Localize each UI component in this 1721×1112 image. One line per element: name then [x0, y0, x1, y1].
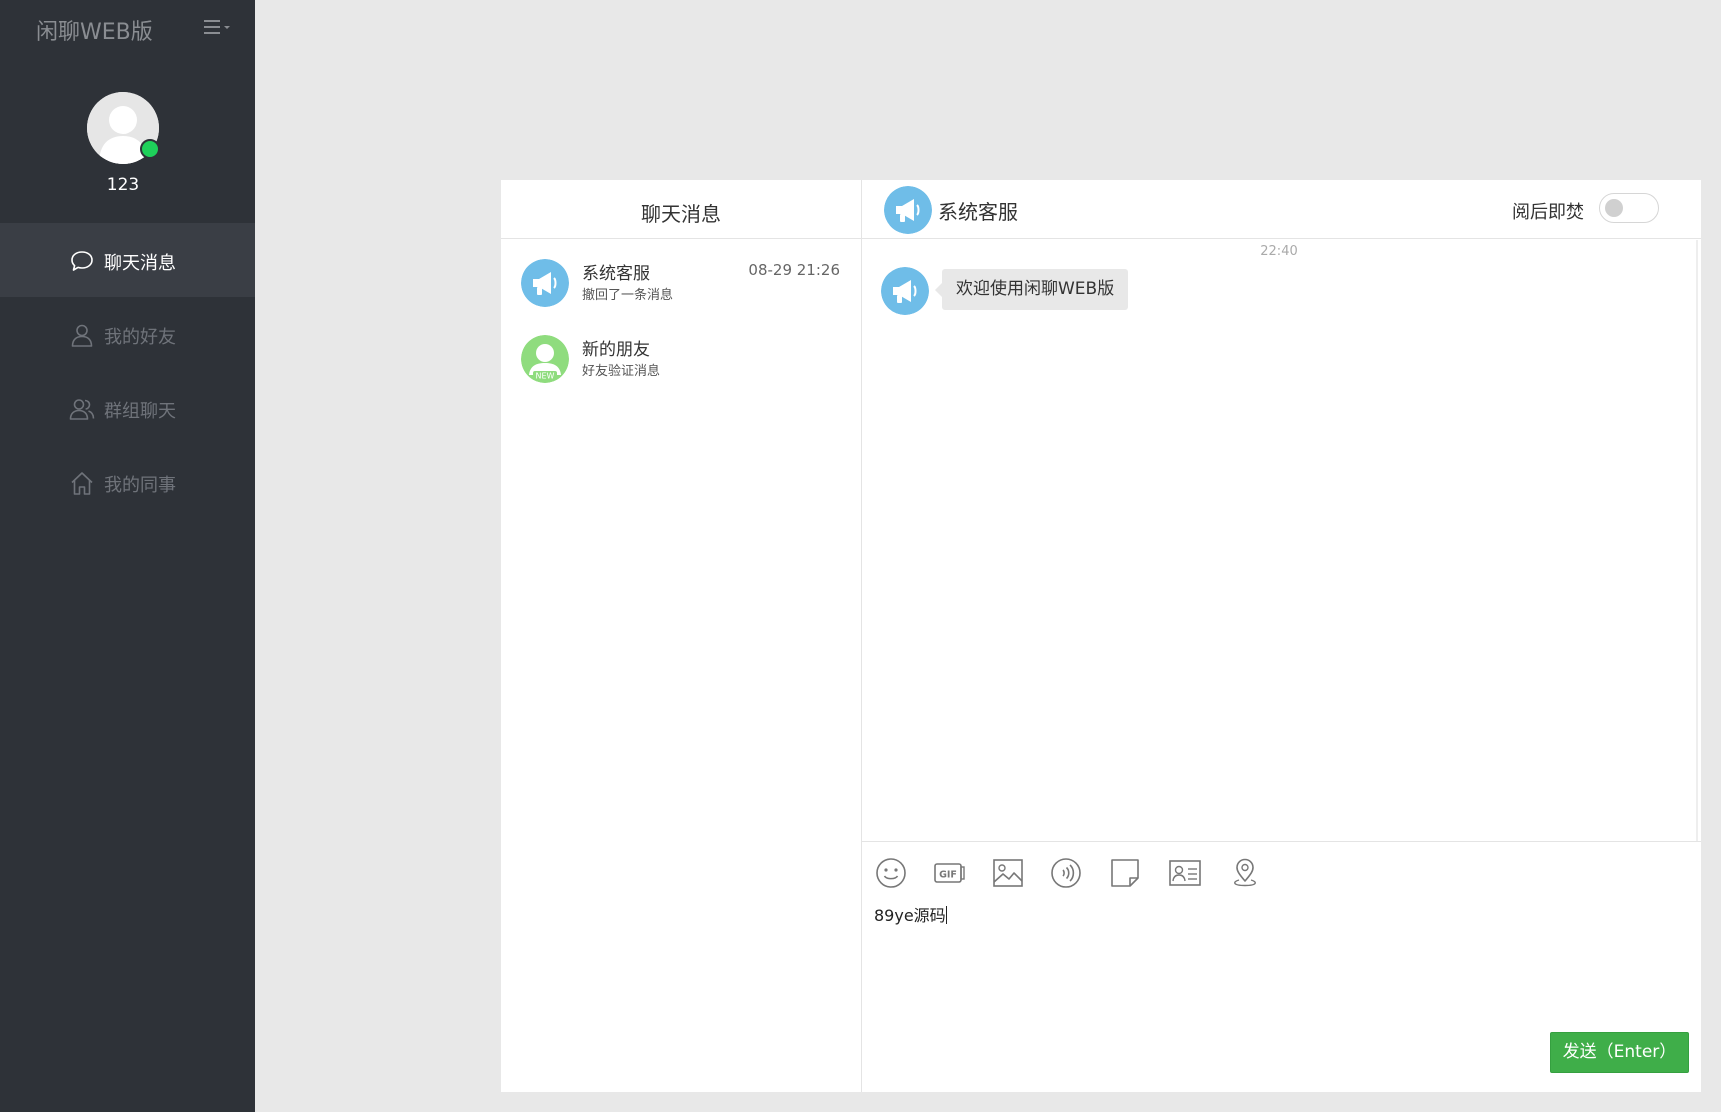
send-button[interactable]: 发送（Enter） — [1550, 1032, 1689, 1073]
online-status-dot — [140, 139, 160, 159]
conversation-list-panel: 聊天消息 系统客服 撤回了一条消息 08-29 21:26 NEW 新的朋友 好… — [501, 180, 862, 1092]
app-title: 闲聊WEB版 — [36, 20, 153, 45]
chat-panel: 系统客服 阅后即焚 22:40 欢迎使用闲聊WEB版 GIF 89ye源码 发送… — [862, 180, 1701, 1092]
image-icon[interactable] — [991, 856, 1025, 890]
user-icon — [69, 322, 95, 348]
burn-after-read-toggle[interactable] — [1599, 193, 1659, 223]
sidebar-item-group-chat[interactable]: 群组聊天 — [0, 371, 255, 445]
conversation-item-system-service[interactable]: 系统客服 撤回了一条消息 08-29 21:26 — [501, 246, 861, 320]
sidebar-item-label: 群组聊天 — [104, 401, 176, 422]
emoji-icon[interactable] — [874, 856, 908, 890]
users-icon — [69, 396, 95, 422]
sidebar-item-label: 我的好友 — [104, 327, 176, 348]
chat-contact-name: 系统客服 — [938, 200, 1018, 224]
sidebar: 闲聊WEB版 123 聊天消息 我的好友 群组聊天 我的同事 — [0, 0, 255, 1112]
sidebar-item-my-friends[interactable]: 我的好友 — [0, 297, 255, 371]
chat-window: 聊天消息 系统客服 撤回了一条消息 08-29 21:26 NEW 新的朋友 好… — [501, 180, 1701, 1092]
conversation-name: 系统客服 — [582, 264, 650, 284]
burn-after-read-label: 阅后即焚 — [1512, 202, 1584, 223]
message-scrollbar[interactable] — [1696, 240, 1698, 841]
message-bubble: 欢迎使用闲聊WEB版 — [934, 269, 1129, 310]
conversation-item-new-friends[interactable]: NEW 新的朋友 好友验证消息 — [501, 322, 861, 396]
message-input[interactable]: 89ye源码 — [874, 902, 947, 926]
voice-icon[interactable] — [1049, 856, 1083, 890]
file-icon[interactable] — [1108, 856, 1142, 890]
conversation-preview: 撤回了一条消息 — [582, 288, 674, 303]
sidebar-nav: 聊天消息 我的好友 群组聊天 我的同事 — [0, 223, 255, 519]
home-icon — [69, 470, 95, 496]
new-friend-icon: NEW — [521, 335, 569, 383]
sidebar-item-chat-messages[interactable]: 聊天消息 — [0, 223, 255, 297]
message-input-text: 89ye源码 — [874, 906, 946, 925]
sidebar-item-label: 我的同事 — [104, 475, 176, 496]
conversation-list-header: 聊天消息 — [501, 180, 861, 239]
contact-card-icon[interactable] — [1168, 856, 1202, 890]
sidebar-item-label: 聊天消息 — [104, 253, 176, 274]
sidebar-item-colleagues[interactable]: 我的同事 — [0, 445, 255, 519]
chat-bubble-icon — [69, 248, 95, 274]
gif-icon[interactable]: GIF — [932, 856, 966, 890]
user-profile: 123 — [0, 90, 255, 200]
menu-toggle-icon[interactable] — [200, 16, 234, 40]
chat-header: 系统客服 阅后即焚 — [862, 180, 1701, 239]
megaphone-icon — [884, 186, 932, 234]
conversation-time: 08-29 21:26 — [748, 261, 840, 279]
conversation-preview: 好友验证消息 — [582, 364, 661, 379]
message-composer: GIF 89ye源码 发送（Enter） — [862, 841, 1701, 1092]
svg-text:GIF: GIF — [939, 870, 957, 881]
megaphone-icon — [881, 267, 929, 315]
new-badge: NEW — [536, 372, 555, 381]
username: 123 — [106, 175, 140, 195]
toggle-knob — [1605, 199, 1623, 217]
message-timestamp: 22:40 — [1260, 244, 1298, 259]
conversation-list-title: 聊天消息 — [641, 202, 721, 226]
brand-header: 闲聊WEB版 — [0, 0, 255, 58]
text-caret — [945, 906, 947, 924]
conversation-name: 新的朋友 — [582, 340, 650, 360]
location-icon[interactable] — [1228, 856, 1262, 890]
megaphone-icon — [521, 259, 569, 307]
